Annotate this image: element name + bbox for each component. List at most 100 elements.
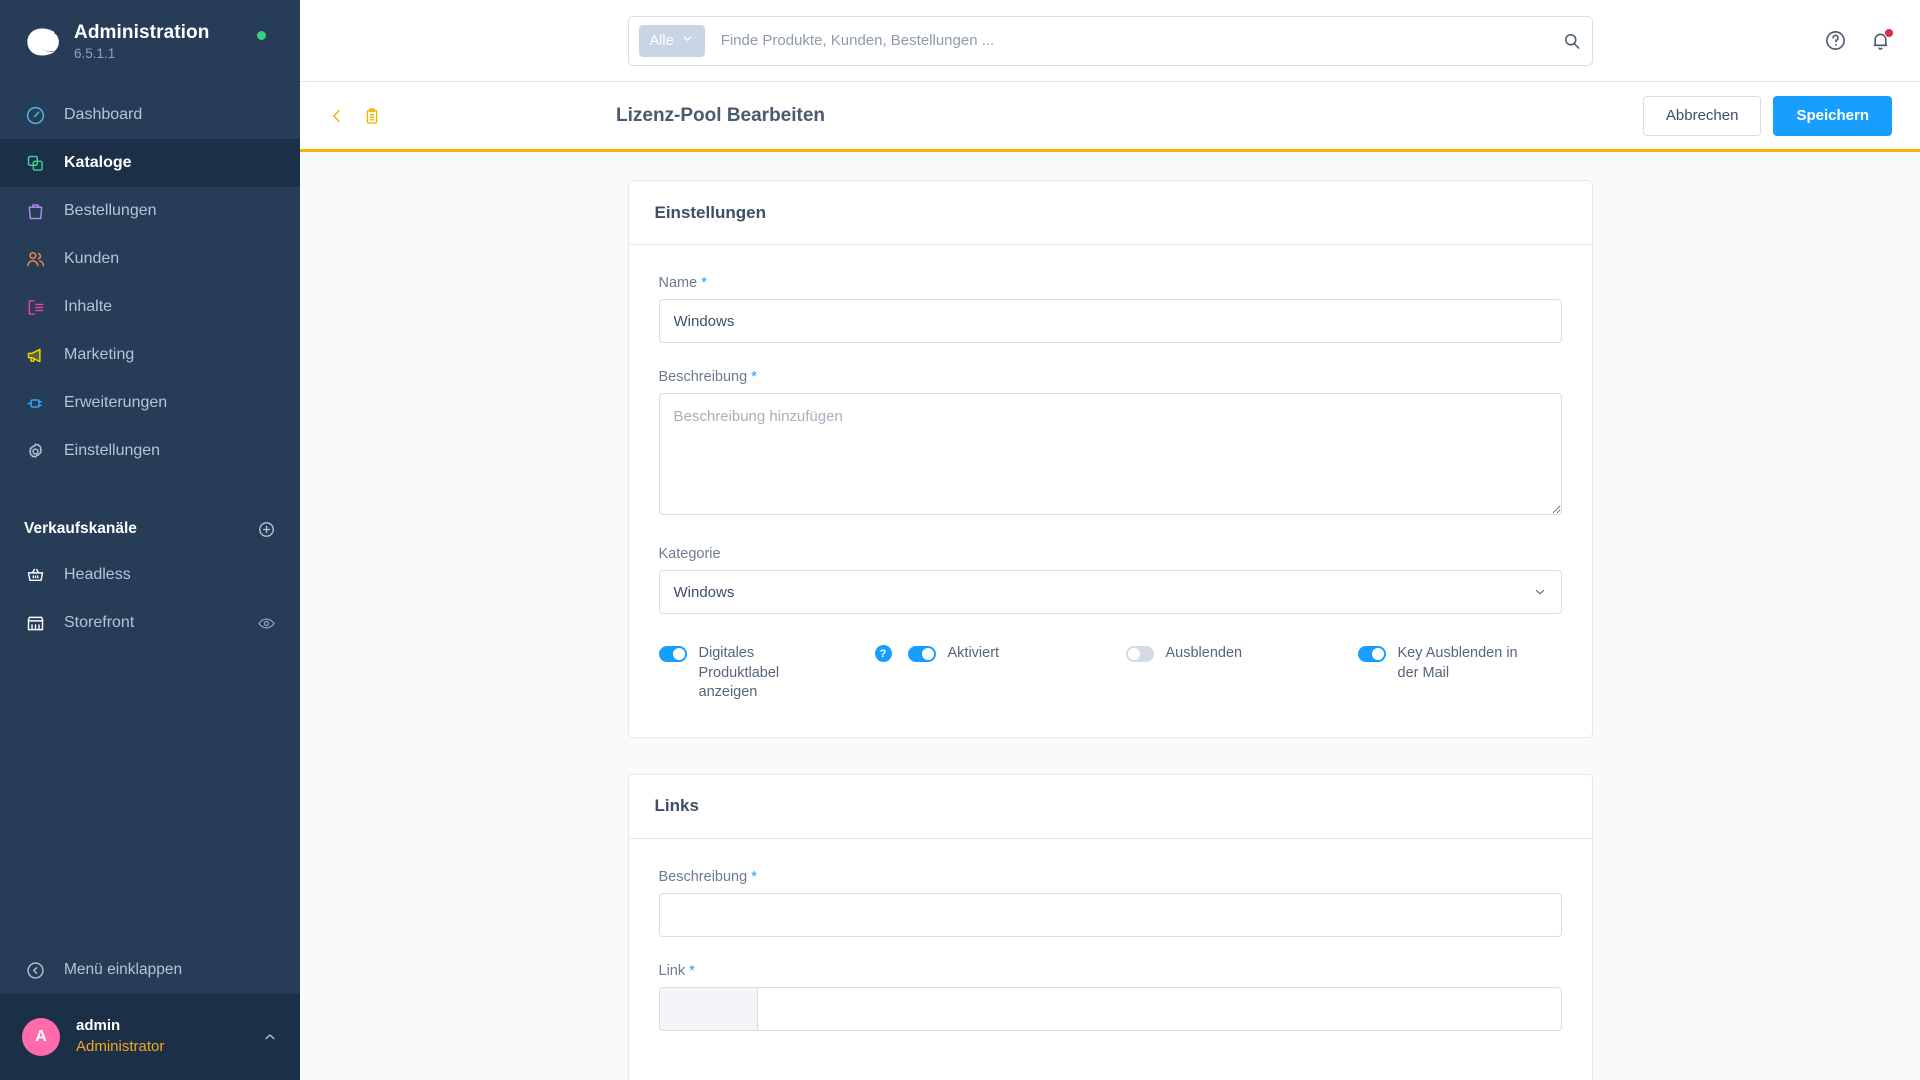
search-input[interactable]: [704, 32, 1562, 49]
content-scroll-area[interactable]: Einstellungen Name * Beschreibung *: [300, 152, 1920, 1080]
sidebar-item-label: Einstellungen: [64, 442, 161, 460]
sales-channels-title: Verkaufskanäle: [24, 520, 137, 538]
sidebar-item-bestellungen[interactable]: Bestellungen: [0, 187, 300, 235]
main-area: Alle Finde Produkte, Kunden, Bestellunge…: [300, 0, 1920, 1080]
orders-icon: [24, 200, 46, 222]
link-description-label: Beschreibung *: [659, 869, 1562, 885]
search-scope-dropdown[interactable]: Alle: [638, 24, 705, 57]
sidebar: Administration 6.5.1.1 Dashboard Katalog…: [0, 0, 300, 1080]
sidebar-item-erweiterungen[interactable]: Erweiterungen: [0, 379, 300, 427]
collapse-menu-button[interactable]: Menü einklappen: [0, 946, 300, 994]
user-menu[interactable]: A admin Administrator: [0, 994, 300, 1080]
catalog-icon: [24, 152, 46, 174]
toggle-key-ausblenden-mail[interactable]: Key Ausblenden in der Mail: [1357, 644, 1528, 683]
required-asterisk: *: [689, 962, 695, 979]
customers-icon: [24, 248, 46, 270]
user-role: Administrator: [76, 1038, 165, 1055]
avatar: A: [22, 1018, 60, 1056]
sidebar-item-inhalte[interactable]: Inhalte: [0, 283, 300, 331]
dashboard-icon: [24, 104, 46, 126]
extensions-icon: [24, 392, 46, 414]
settings-gear-icon: [24, 440, 46, 462]
sidebar-item-dashboard[interactable]: Dashboard: [0, 91, 300, 139]
category-field-group: Kategorie Windows: [658, 546, 1562, 614]
status-indicator-dot: [257, 31, 266, 40]
link-description-field-group: Beschreibung *: [658, 869, 1562, 937]
global-search[interactable]: Alle: [627, 15, 1593, 66]
description-textarea[interactable]: [658, 393, 1562, 515]
link-prefix-segment[interactable]: [658, 986, 757, 1031]
toggle-aktiviert[interactable]: Aktiviert: [907, 644, 1126, 664]
plus-circle-icon[interactable]: [257, 520, 276, 539]
sidebar-item-headless[interactable]: Headless: [0, 551, 300, 599]
sidebar-item-marketing[interactable]: Marketing: [0, 331, 300, 379]
category-selected-value: Windows: [673, 583, 735, 601]
link-input[interactable]: [756, 986, 1562, 1031]
link-input-row: [658, 986, 1562, 1031]
sidebar-item-kataloge[interactable]: Kataloge: [0, 139, 300, 188]
category-select[interactable]: Windows: [658, 570, 1562, 614]
storefront-icon: [24, 612, 46, 634]
category-label: Kategorie: [658, 546, 721, 562]
save-button[interactable]: Speichern: [1773, 95, 1892, 136]
page-title: Lizenz-Pool Bearbeiten: [616, 104, 826, 126]
description-label: Beschreibung *: [659, 369, 1562, 385]
sidebar-item-label: Bestellungen: [64, 202, 157, 220]
link-label: Link *: [659, 963, 1562, 979]
help-circle-icon[interactable]: [1824, 29, 1847, 52]
page-header: Lizenz-Pool Bearbeiten Abbrechen Speiche…: [300, 82, 1920, 152]
top-bar: Alle: [300, 0, 1920, 82]
license-clipboard-icon[interactable]: [362, 106, 382, 126]
name-label: Name *: [659, 275, 1562, 291]
back-button[interactable]: [328, 107, 346, 125]
page-actions: Abbrechen Speichern: [1642, 95, 1892, 136]
toggle-label: Digitales Produktlabel anzeigen: [698, 645, 780, 701]
required-asterisk: *: [701, 275, 707, 291]
cancel-button[interactable]: Abbrechen: [1642, 95, 1762, 136]
help-badge-icon[interactable]: ?: [874, 645, 892, 662]
toggle-digitales-produktlabel[interactable]: Digitales Produktlabel anzeigen: [658, 644, 875, 703]
name-label-text: Name: [658, 275, 698, 291]
brand-header[interactable]: Administration 6.5.1.1: [0, 0, 300, 71]
toggle-row: Digitales Produktlabel anzeigen ? Aktivi…: [658, 644, 1562, 703]
sidebar-item-storefront[interactable]: Storefront: [0, 599, 300, 647]
sidebar-item-label: Dashboard: [64, 106, 143, 124]
sidebar-item-kunden[interactable]: Kunden: [0, 235, 300, 283]
name-input[interactable]: [658, 299, 1562, 343]
eye-icon[interactable]: [257, 614, 276, 633]
sidebar-item-label: Erweiterungen: [64, 394, 168, 412]
links-card-title: Links: [628, 775, 1592, 839]
toggle-switch[interactable]: [658, 646, 687, 662]
sidebar-item-label: Inhalte: [64, 298, 113, 316]
link-label-text: Link: [658, 962, 686, 979]
link-description-label-text: Beschreibung: [658, 868, 748, 885]
top-bar-icons: [1824, 28, 1894, 52]
toggle-switch[interactable]: [1125, 646, 1154, 662]
link-description-input[interactable]: [658, 892, 1562, 937]
search-icon[interactable]: [1562, 31, 1582, 51]
content-icon: [24, 296, 46, 318]
toggle-ausblenden[interactable]: Ausblenden: [1125, 644, 1358, 664]
notification-badge: [1884, 28, 1894, 38]
marketing-icon: [24, 344, 46, 366]
sidebar-item-label: Headless: [64, 566, 131, 584]
settings-card-title: Einstellungen: [628, 181, 1592, 245]
sidebar-item-einstellungen[interactable]: Einstellungen: [0, 427, 300, 475]
required-asterisk: *: [751, 369, 757, 385]
collapse-menu-label: Menü einklappen: [64, 961, 183, 978]
links-card: Links Beschreibung * Link *: [627, 773, 1593, 1080]
description-field-group: Beschreibung *: [658, 369, 1562, 520]
name-field-group: Name *: [658, 275, 1562, 343]
chevron-down-icon: [681, 32, 694, 49]
bell-icon[interactable]: [1869, 28, 1894, 52]
brand-version: 6.5.1.1: [74, 45, 116, 61]
chevron-up-icon[interactable]: [262, 1029, 278, 1045]
search-scope-label: Alle: [649, 32, 674, 49]
sidebar-item-label: Marketing: [64, 346, 135, 364]
sidebar-item-label: Kunden: [64, 250, 120, 268]
toggle-label: Key Ausblenden in der Mail: [1397, 645, 1518, 681]
toggle-switch[interactable]: [907, 646, 936, 662]
toggle-switch[interactable]: [1357, 646, 1386, 662]
sidebar-item-label: Storefront: [64, 614, 135, 632]
basket-icon: [24, 564, 46, 586]
